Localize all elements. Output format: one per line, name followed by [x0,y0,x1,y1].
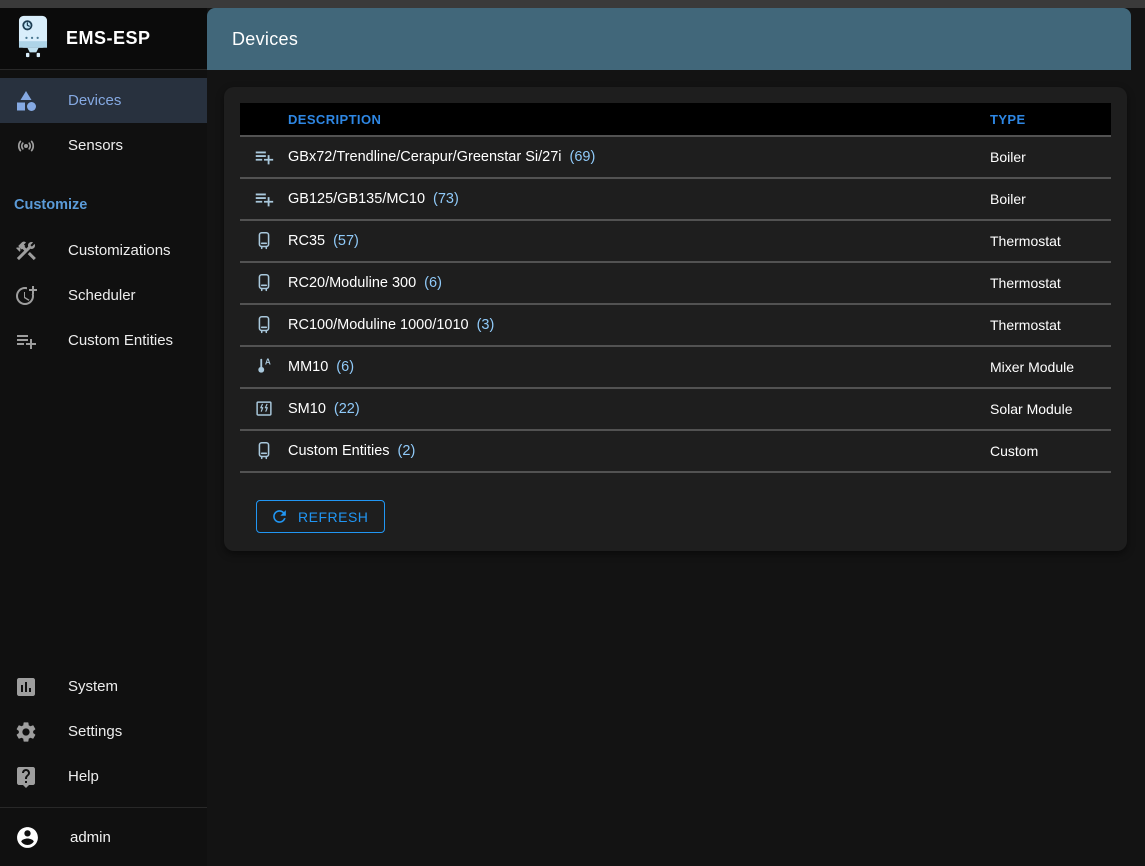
live-help-icon [14,765,38,789]
sidebar-nav-customize: Customizations Scheduler Custom Entities [0,228,207,363]
refresh-button[interactable]: REFRESH [256,500,385,533]
sidebar-item-label: Customizations [68,242,171,259]
gear-icon [14,720,38,744]
table-row[interactable]: Custom Entities (2) Custom [240,431,1111,473]
device-type: Solar Module [990,401,1111,417]
sidebar-item-label: System [68,678,118,695]
devices-table: DESCRIPTION TYPE GBx72/Trendline/Cerapur… [240,103,1111,473]
playlist-add-icon [14,329,38,353]
sidebar-item-help[interactable]: Help [0,754,207,799]
device-name: MM10 [288,359,328,375]
boiler-logo-icon [16,15,50,63]
wall-module-icon [240,272,288,294]
wall-module-icon [240,230,288,252]
table-row[interactable]: RC20/Moduline 300 (6) Thermostat [240,263,1111,305]
playlist-add-icon [240,146,288,168]
device-type: Boiler [990,191,1111,207]
construction-icon [14,239,38,263]
entity-count: (3) [477,317,495,333]
assessment-icon [14,675,38,699]
app-logo-band: EMS-ESP [0,8,207,70]
sidebar: EMS-ESP Devices [0,8,207,866]
device-name: SM10 [288,401,326,417]
entity-count: (6) [424,275,442,291]
solar-module-icon [240,398,288,420]
entity-count: (57) [333,233,359,249]
device-type: Thermostat [990,233,1111,249]
wall-module-icon [240,314,288,336]
sidebar-item-label: Scheduler [68,287,136,304]
sidebar-item-label: Devices [68,92,121,109]
table-row[interactable]: RC100/Moduline 1000/1010 (3) Thermostat [240,305,1111,347]
device-type: Boiler [990,149,1111,165]
entity-count: (22) [334,401,360,417]
page-title: Devices [232,29,298,50]
device-type: Thermostat [990,275,1111,291]
thermostat-auto-icon: A [240,356,288,378]
table-header-row: DESCRIPTION TYPE [240,103,1111,137]
entity-count: (2) [398,443,416,459]
column-header-type: TYPE [990,112,1111,127]
device-name: RC100/Moduline 1000/1010 [288,317,469,333]
device-type: Mixer Module [990,359,1111,375]
sidebar-item-customizations[interactable]: Customizations [0,228,207,273]
window-top-strip [0,0,1145,8]
device-name: GBx72/Trendline/Cerapur/Greenstar Si/27i [288,149,561,165]
user-label: admin [70,829,111,846]
table-row[interactable]: GB125/GB135/MC10 (73) Boiler [240,179,1111,221]
sidebar-spacer [0,363,207,664]
table-row[interactable]: SM10 (22) Solar Module [240,389,1111,431]
sidebar-item-label: Sensors [68,137,123,154]
svg-text:A: A [265,358,271,367]
device-name: Custom Entities [288,443,390,459]
sidebar-item-scheduler[interactable]: Scheduler [0,273,207,318]
wall-module-icon [240,440,288,462]
device-type: Custom [990,443,1111,459]
entity-count: (73) [433,191,459,207]
sidebar-item-sensors[interactable]: Sensors [0,123,207,168]
device-name: GB125/GB135/MC10 [288,191,425,207]
page-header: Devices [207,8,1131,70]
sidebar-item-label: Custom Entities [68,332,173,349]
sidebar-nav-main: Devices Sensors [0,70,207,168]
table-row[interactable]: RC35 (57) Thermostat [240,221,1111,263]
more-time-icon [14,284,38,308]
sidebar-subheader-customize: Customize [0,182,207,228]
sidebar-item-label: Help [68,768,99,785]
entity-count: (6) [336,359,354,375]
device-name: RC20/Moduline 300 [288,275,416,291]
sensors-icon [14,134,38,158]
refresh-icon [270,507,289,526]
sidebar-nav-bottom: System Settings Help [0,664,207,799]
refresh-button-label: REFRESH [298,509,368,525]
column-header-description: DESCRIPTION [288,112,990,127]
sidebar-item-custom-entities[interactable]: Custom Entities [0,318,207,363]
sidebar-item-settings[interactable]: Settings [0,709,207,754]
sidebar-item-label: Settings [68,723,122,740]
device-type: Thermostat [990,317,1111,333]
sidebar-item-system[interactable]: System [0,664,207,709]
table-row[interactable]: A MM10 (6) Mixer Module [240,347,1111,389]
sidebar-user-admin[interactable]: admin [0,808,207,866]
account-circle-icon [14,824,40,850]
playlist-add-icon [240,188,288,210]
entity-count: (69) [569,149,595,165]
table-row[interactable]: GBx72/Trendline/Cerapur/Greenstar Si/27i… [240,137,1111,179]
device-name: RC35 [288,233,325,249]
sidebar-item-devices[interactable]: Devices [0,78,207,123]
devices-card: DESCRIPTION TYPE GBx72/Trendline/Cerapur… [224,87,1127,551]
category-icon [14,89,38,113]
app-title: EMS-ESP [66,28,151,49]
